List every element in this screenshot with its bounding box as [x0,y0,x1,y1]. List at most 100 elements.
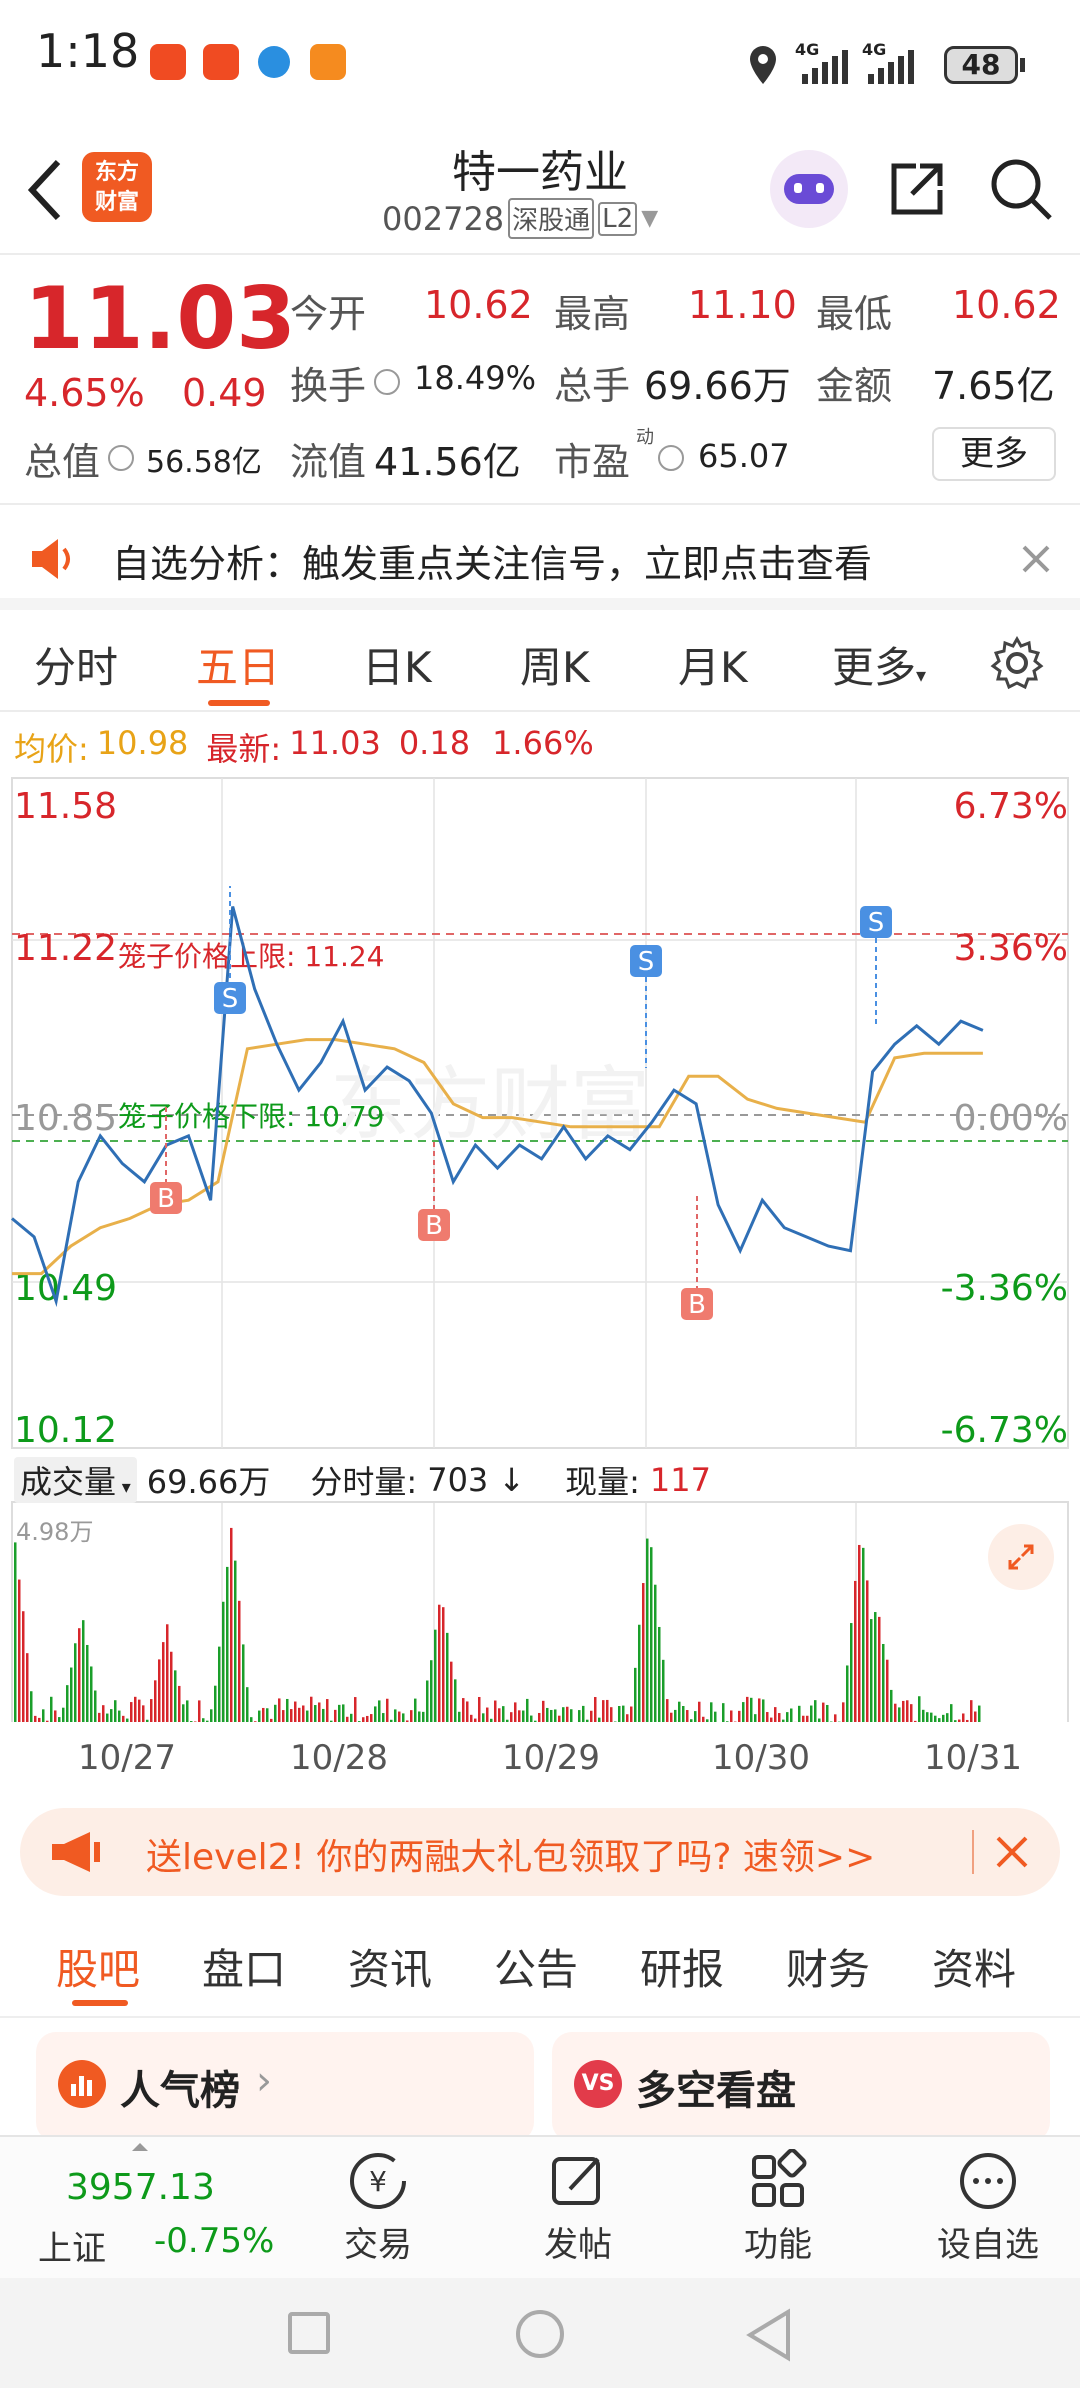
stock-code-row[interactable]: 002728 深股通 L2 ▼ [382,198,658,239]
info-icon[interactable] [374,369,400,395]
volume-bar [442,1607,445,1722]
volume-bar [702,1716,705,1722]
status-time: 1:18 [36,24,140,78]
bar-chart-icon [58,2060,106,2108]
volume-bar [414,1698,417,1722]
volume-bar [518,1710,521,1722]
down-arrow-icon: ↓ [498,1461,526,1499]
recents-icon[interactable] [288,2312,330,2354]
tab-pankou[interactable]: 盘口 [202,1936,286,1997]
volume-bar [82,1620,85,1722]
tab-announcement[interactable]: 公告 [494,1936,578,1997]
tab-intraday[interactable]: 分时 [34,634,118,695]
popularity-card[interactable]: 人气榜 › [36,2032,534,2142]
volume-bar [14,1542,17,1722]
volume-bar [358,1721,361,1722]
close-icon[interactable] [1020,543,1052,575]
card-title: 多空看盘 [636,2068,796,2114]
volume-bar [610,1707,613,1722]
volume-bar [534,1720,537,1722]
signal-icon [802,50,848,84]
volume-selector[interactable]: 成交量 ▾ [14,1457,137,1503]
volume-bar [262,1707,265,1722]
current-volume-label: 现量: [565,1463,640,1501]
volume-bar [510,1712,513,1722]
tab-news[interactable]: 资讯 [348,1936,432,1997]
index-ticker[interactable]: 3957.13 上证 -0.75% [0,2137,280,2280]
volume-bar [790,1708,793,1722]
bull-bear-card[interactable]: VS 多空看盘 [552,2032,1050,2142]
tab-more[interactable]: 更多▾ [832,634,926,695]
level2-promo-banner[interactable]: 送level2! 你的两融大礼包领取了吗? 速领>> [20,1808,1060,1896]
volume-bar [166,1624,169,1722]
tab-guba[interactable]: 股吧 [56,1936,140,1997]
sell-marker-label: S [222,984,239,1014]
volume-bar [122,1715,125,1722]
volume-bar [966,1719,969,1722]
pct-tick: -3.36% [941,1268,1068,1309]
tab-five-day[interactable]: 五日 [196,634,280,695]
expand-icon[interactable] [988,1524,1054,1590]
more-button[interactable]: 更多 [932,427,1056,481]
volume-bar [962,1713,965,1722]
turnover-label: 换手 [290,364,367,408]
pct-tick: 6.73% [954,786,1068,827]
info-icon[interactable] [658,445,684,471]
tab-day-k[interactable]: 日K [362,634,432,695]
change-pct: 4.65% [24,371,145,415]
share-icon[interactable] [886,158,948,220]
volume-bar [858,1544,861,1722]
robot-assistant-icon[interactable] [770,150,848,228]
trade-label: 交易 [344,2225,412,2265]
trade-button[interactable]: ¥ 交易 [318,2137,438,2280]
volume-bar [530,1715,533,1722]
tab-week-k[interactable]: 周K [520,634,590,695]
tab-profile[interactable]: 资料 [932,1936,1016,1997]
tab-month-k[interactable]: 月K [678,634,748,695]
volume-bar [170,1651,173,1722]
volume-bar [286,1698,289,1722]
volume-bar [650,1547,653,1722]
volume-bar [538,1712,541,1722]
back-icon[interactable] [744,2308,794,2362]
volume-bar [270,1718,273,1722]
volume-bar [342,1704,345,1722]
volume-bar [194,1721,197,1722]
tab-finance[interactable]: 财务 [786,1936,870,1997]
volume-bar [282,1710,285,1722]
search-icon[interactable] [988,156,1054,222]
volume-bar [770,1717,773,1722]
volume-bar [826,1704,829,1722]
volume-bar [810,1705,813,1722]
volume-bar [922,1709,925,1722]
chart-period-tabs: 分时 五日 日K 周K 月K 更多▾ [0,612,1080,712]
volume-bar [554,1709,557,1722]
volume-bar [662,1659,665,1722]
volume-bar [266,1708,269,1722]
close-icon[interactable] [994,1834,1030,1870]
chevron-right-icon: › [256,2058,272,2104]
volume-bar [958,1719,961,1722]
volume-bar [546,1707,549,1722]
volume-bar [698,1701,701,1722]
info-icon[interactable] [108,445,134,471]
gear-icon[interactable] [990,636,1044,690]
volume-bar [674,1709,677,1722]
volume-bar [218,1646,221,1722]
home-icon[interactable] [516,2310,564,2358]
pe-dynamic-tag: 动 [636,427,654,448]
volume-bar [34,1715,37,1722]
tab-research[interactable]: 研报 [640,1936,724,1997]
sell-marker-label: S [868,908,885,938]
volume-bar [418,1711,421,1722]
add-watchlist-button[interactable]: 设自选 [918,2137,1058,2280]
volume-bar [614,1721,617,1722]
volume-bar [154,1680,157,1722]
function-button[interactable]: 功能 [718,2137,838,2280]
five-day-chart[interactable]: 均价: 10.98 最新: 11.03 0.18 1.66% 东方财富 11.5… [0,712,1080,1778]
post-button[interactable]: 发帖 [518,2137,638,2280]
volume-bar [954,1720,957,1722]
volume-bar [926,1712,929,1722]
signal-banner[interactable]: 自选分析：触发重点关注信号，立即点击查看 [0,507,1080,610]
price-chart-svg[interactable]: 东方财富 11.58 11.22 10.85 10.49 10.12 6.73%… [0,712,1080,1722]
